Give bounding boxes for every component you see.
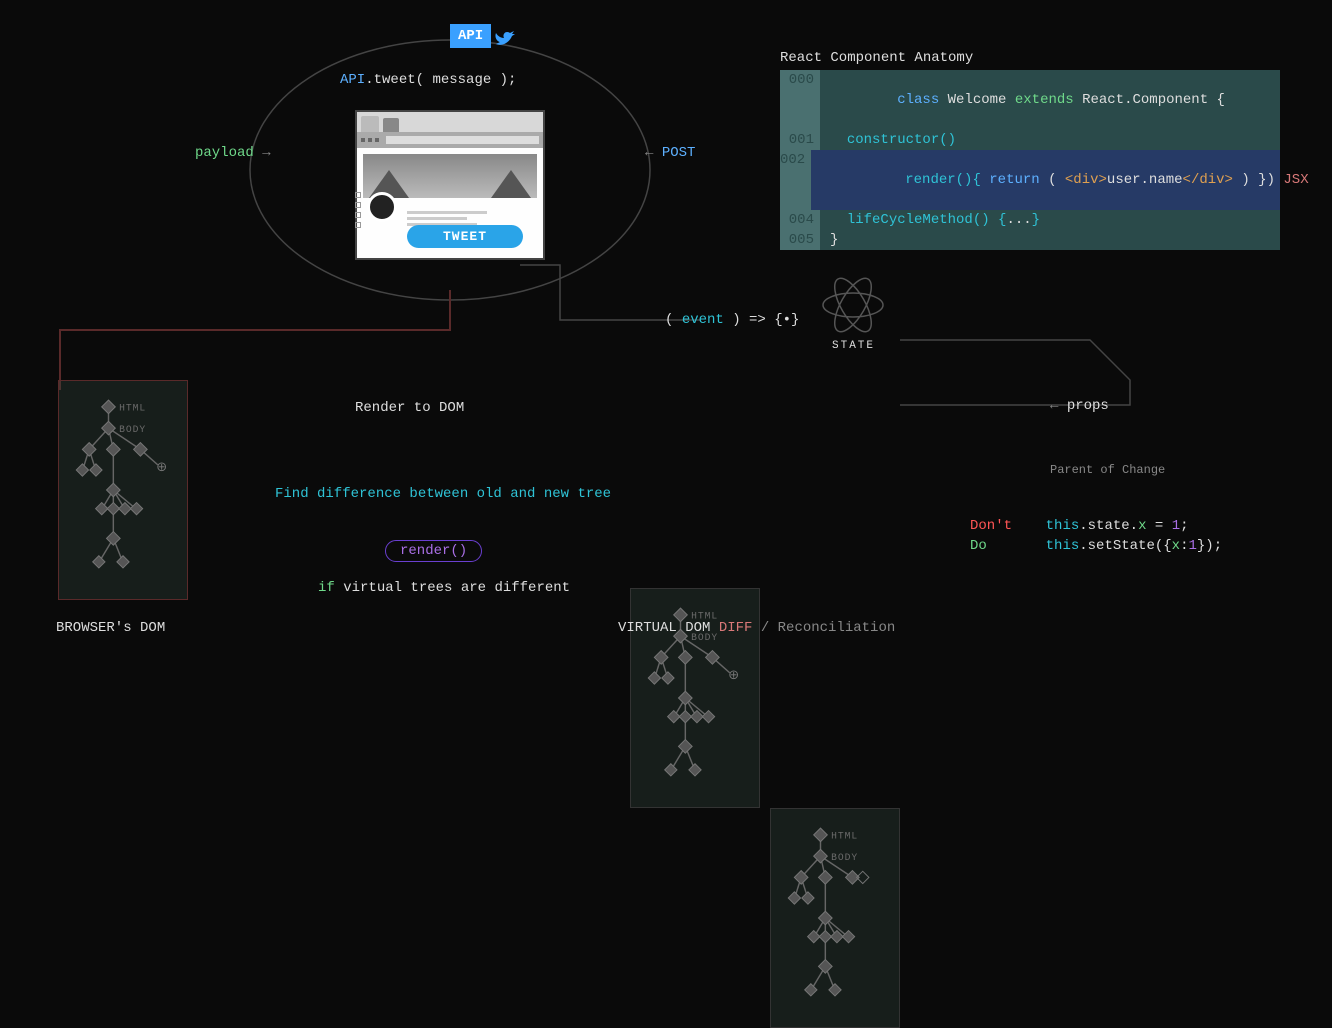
render-pill: render() (385, 540, 482, 562)
do-line: Do this.setState({x:1}); (970, 538, 1222, 554)
browsers-dom-label: BROWSER's DOM (56, 620, 165, 636)
svg-text:BODY: BODY (831, 852, 858, 863)
svg-text:HTML: HTML (831, 831, 858, 842)
find-diff-label: Find difference between old and new tree (275, 486, 611, 502)
state-label: STATE (832, 340, 875, 352)
props-label: ← props (1050, 398, 1109, 414)
browser-toolbar (357, 132, 543, 148)
atom-icon (818, 270, 888, 340)
render-to-dom-label: Render to DOM (355, 400, 464, 416)
virtual-dom-box-new: HTML BODY (770, 808, 900, 1028)
dont-line: Don't this.state.x = 1; (970, 518, 1189, 534)
if-different-label: if virtual trees are different (318, 580, 570, 596)
parent-of-change-label: Parent of Change (1050, 463, 1165, 477)
virtual-dom-label: VIRTUAL DOM DIFF / Reconciliation (618, 620, 895, 636)
browser-dom-box: HTML BODY (58, 380, 188, 600)
post-label: ← POST (645, 145, 695, 161)
payload-label: payload → (195, 145, 271, 161)
tweet-button[interactable]: TWEET (407, 225, 523, 248)
anatomy-title: React Component Anatomy (780, 50, 1280, 66)
svg-text:BODY: BODY (119, 424, 146, 435)
svg-text:HTML: HTML (119, 403, 146, 414)
event-handler-label: ( event ) => {•} (665, 312, 799, 328)
api-call-text: API.tweet( message ); (340, 72, 516, 88)
browser-mock: TWEET (355, 110, 545, 260)
avatar-icon (367, 192, 397, 222)
api-badge: API (450, 24, 491, 48)
twitter-bird-icon (494, 28, 518, 48)
anatomy-block: React Component Anatomy 000 class Welcom… (780, 50, 1280, 250)
